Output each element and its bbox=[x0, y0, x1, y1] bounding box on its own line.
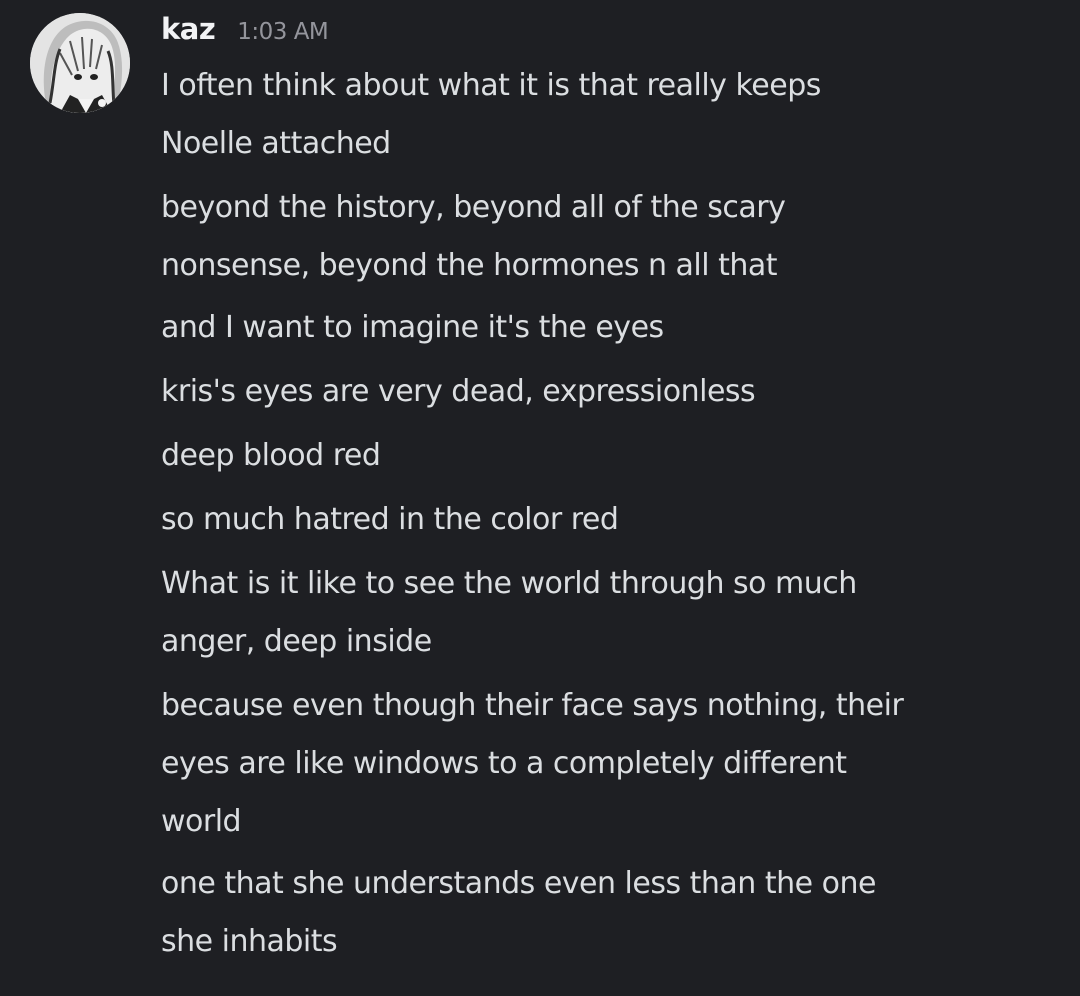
message: What is it like to see the world through… bbox=[161, 555, 857, 671]
manga-girl-avatar-icon bbox=[30, 13, 130, 113]
message-line: What is it like to see the world through… bbox=[161, 566, 857, 601]
message-header: kaz 1:03 AM bbox=[161, 12, 329, 56]
message-line: eyes are like windows to a completely di… bbox=[161, 746, 847, 781]
avatar[interactable] bbox=[30, 13, 130, 113]
message-line: anger, deep inside bbox=[161, 624, 432, 659]
message: deep blood red bbox=[161, 427, 381, 485]
message-line: world bbox=[161, 804, 242, 839]
message-line: kris's eyes are very dead, expressionles… bbox=[161, 374, 756, 409]
message-line: nonsense, beyond the hormones n all that bbox=[161, 248, 778, 283]
username[interactable]: kaz bbox=[161, 12, 216, 46]
message: because even though their face says noth… bbox=[161, 677, 904, 851]
message-line: Noelle attached bbox=[161, 126, 391, 161]
message-line: I often think about what it is that real… bbox=[161, 68, 821, 103]
message-line: she inhabits bbox=[161, 924, 338, 959]
message: one that she understands even less than … bbox=[161, 855, 876, 971]
message-line: so much hatred in the color red bbox=[161, 502, 619, 537]
timestamp[interactable]: 1:03 AM bbox=[237, 19, 329, 45]
message-line: one that she understands even less than … bbox=[161, 866, 876, 901]
message-line: deep blood red bbox=[161, 438, 381, 473]
message: beyond the history, beyond all of the sc… bbox=[161, 179, 786, 295]
message: kris's eyes are very dead, expressionles… bbox=[161, 363, 756, 421]
message: I often think about what it is that real… bbox=[161, 57, 821, 173]
message-line: because even though their face says noth… bbox=[161, 688, 904, 723]
message: so much hatred in the color red bbox=[161, 491, 619, 549]
message-line: beyond the history, beyond all of the sc… bbox=[161, 190, 786, 225]
message: and I want to imagine it's the eyes bbox=[161, 299, 664, 357]
chat-message-group: kaz 1:03 AM I often think about what it … bbox=[0, 0, 1080, 996]
message-line: and I want to imagine it's the eyes bbox=[161, 310, 664, 345]
